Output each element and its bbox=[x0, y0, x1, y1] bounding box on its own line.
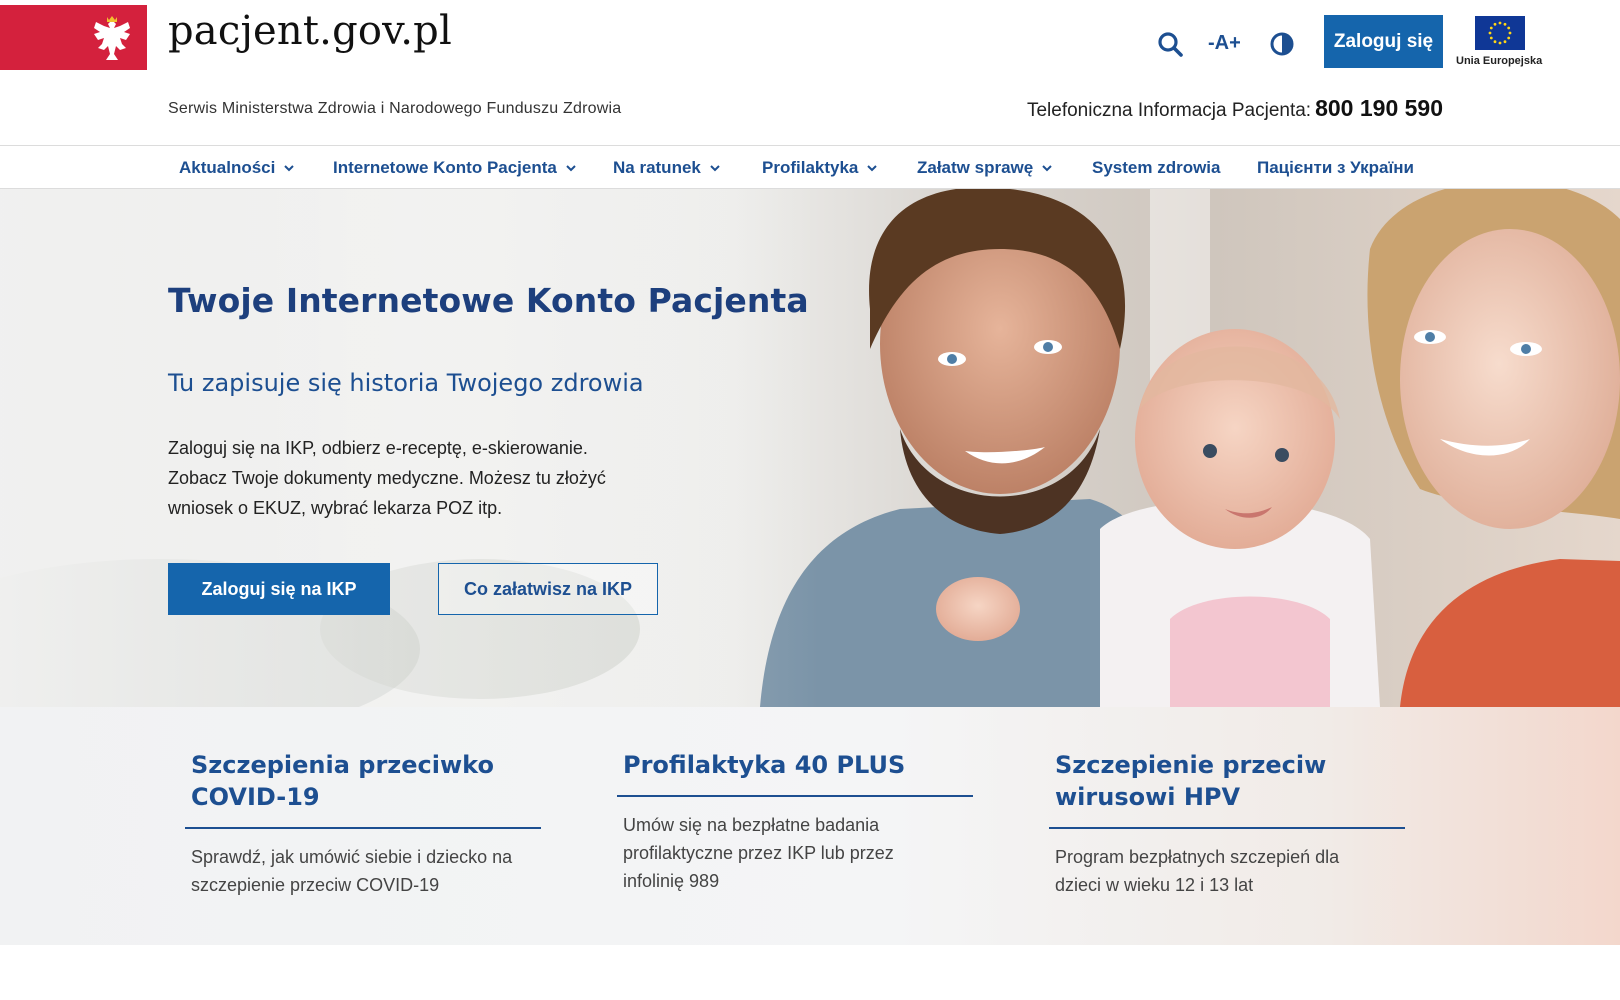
feature-text-line: infolinię 989 bbox=[623, 871, 720, 891]
nav-item-ukraine[interactable]: Пацієнти з України bbox=[1257, 146, 1414, 189]
feature-card-hpv[interactable]: Szczepienie przeciw wirusowi HPV Program… bbox=[1049, 749, 1405, 899]
hero-description: Zaloguj się na IKP, odbierz e-receptę, e… bbox=[168, 433, 688, 523]
emblem-eagle-icon bbox=[94, 16, 130, 60]
feature-text-line: Program bezpłatnych szczepień dla bbox=[1055, 847, 1340, 867]
feature-title-line: Profilaktyka 40 PLUS bbox=[623, 751, 906, 779]
nav-item-label: Profilaktyka bbox=[762, 157, 859, 177]
feature-title-line: Szczepienie przeciw bbox=[1055, 751, 1327, 779]
nav-item-profilaktyka[interactable]: Profilaktyka bbox=[762, 146, 878, 189]
feature-description: Umów się na bezpłatne badania profilakty… bbox=[617, 797, 973, 895]
chevron-down-icon bbox=[867, 165, 878, 172]
hero-description-line: wniosek o EKUZ, wybrać lekarza POZ itp. bbox=[168, 498, 503, 518]
hero-title: Twoje Internetowe Konto Pacjenta bbox=[168, 281, 809, 320]
feature-description: Sprawdź, jak umówić siebie i dziecko na … bbox=[185, 829, 541, 899]
emblem-bar[interactable] bbox=[0, 5, 147, 70]
site-subtitle: Serwis Ministerstwa Zdrowia i Narodowego… bbox=[168, 100, 622, 117]
hero-description-line: Zobacz Twoje dokumenty medyczne. Możesz … bbox=[168, 468, 606, 488]
hero-subtitle: Tu zapisuje się historia Twojego zdrowia bbox=[168, 369, 644, 397]
nav-item-label: Aktualności bbox=[179, 157, 276, 177]
feature-text-line: Umów się na bezpłatne badania bbox=[623, 815, 880, 835]
feature-title[interactable]: Szczepienie przeciw wirusowi HPV bbox=[1049, 749, 1405, 829]
feature-description: Program bezpłatnych szczepień dla dzieci… bbox=[1049, 829, 1405, 899]
feature-strip: Szczepienia przeciwko COVID-19 Sprawdź, … bbox=[0, 707, 1620, 945]
site-logo[interactable]: pacjent.gov.pl bbox=[168, 8, 452, 54]
nav-item-zalatw-sprawe[interactable]: Załatw sprawę bbox=[917, 146, 1052, 189]
hero-banner: Twoje Internetowe Konto Pacjenta Tu zapi… bbox=[0, 189, 1620, 707]
chevron-down-icon bbox=[566, 165, 576, 172]
feature-title[interactable]: Szczepienia przeciwko COVID-19 bbox=[185, 749, 541, 829]
nav-item-label: Załatw sprawę bbox=[917, 157, 1034, 177]
nav-item-label: Пацієнти з України bbox=[1257, 157, 1414, 177]
nav-item-label: Internetowe Konto Pacjenta bbox=[333, 157, 557, 177]
eu-label: Unia Europejska bbox=[1456, 55, 1543, 67]
nav-item-aktualnosci[interactable]: Aktualności bbox=[179, 146, 295, 189]
login-ikp-button[interactable]: Zaloguj się na IKP bbox=[168, 563, 390, 615]
feature-text-line: Sprawdź, jak umówić siebie i dziecko na bbox=[191, 847, 513, 867]
nav-item-na-ratunek[interactable]: Na ratunek bbox=[613, 146, 720, 189]
chevron-down-icon bbox=[710, 165, 720, 172]
ikp-services-button[interactable]: Co załatwisz na IKP bbox=[438, 563, 658, 615]
feature-text-line: szczepienie przeciw COVID-19 bbox=[191, 875, 440, 895]
hotline-number[interactable]: 800 190 590 bbox=[1315, 95, 1443, 121]
chevron-down-icon bbox=[1042, 165, 1052, 172]
nav-item-label: System zdrowia bbox=[1092, 157, 1221, 177]
feature-title-line: Szczepienia przeciwko bbox=[191, 751, 494, 779]
hotline-label: Telefoniczna Informacja Pacjenta: bbox=[1026, 100, 1312, 121]
feature-title[interactable]: Profilaktyka 40 PLUS bbox=[617, 749, 973, 797]
nav-item-ikp[interactable]: Internetowe Konto Pacjenta bbox=[333, 146, 576, 189]
patient-hotline[interactable]: Telefoniczna Informacja Pacjenta: 800 190… bbox=[1027, 95, 1443, 122]
feature-text-line: dzieci w wieku 12 i 13 lat bbox=[1055, 875, 1254, 895]
chevron-down-icon bbox=[284, 165, 295, 172]
nav-item-label: Na ratunek bbox=[613, 157, 701, 177]
feature-card-40plus[interactable]: Profilaktyka 40 PLUS Umów się na bezpłat… bbox=[617, 749, 973, 895]
feature-text-line: profilaktyczne przez IKP lub przez bbox=[623, 843, 894, 863]
main-navigation: Aktualności Internetowe Konto Pacjenta N… bbox=[0, 145, 1620, 189]
search-icon[interactable] bbox=[1157, 31, 1183, 57]
font-size-toggle[interactable]: -A+ bbox=[1208, 32, 1241, 55]
feature-title-line: wirusowi HPV bbox=[1055, 783, 1241, 811]
feature-card-covid[interactable]: Szczepienia przeciwko COVID-19 Sprawdź, … bbox=[185, 749, 541, 899]
login-button[interactable]: Zaloguj się bbox=[1324, 15, 1443, 68]
hero-description-line: Zaloguj się na IKP, odbierz e-receptę, e… bbox=[168, 438, 588, 458]
contrast-icon[interactable] bbox=[1270, 32, 1294, 56]
eu-flag-icon bbox=[1475, 16, 1525, 50]
feature-title-line: COVID-19 bbox=[191, 783, 320, 811]
nav-item-system-zdrowia[interactable]: System zdrowia bbox=[1092, 146, 1221, 189]
